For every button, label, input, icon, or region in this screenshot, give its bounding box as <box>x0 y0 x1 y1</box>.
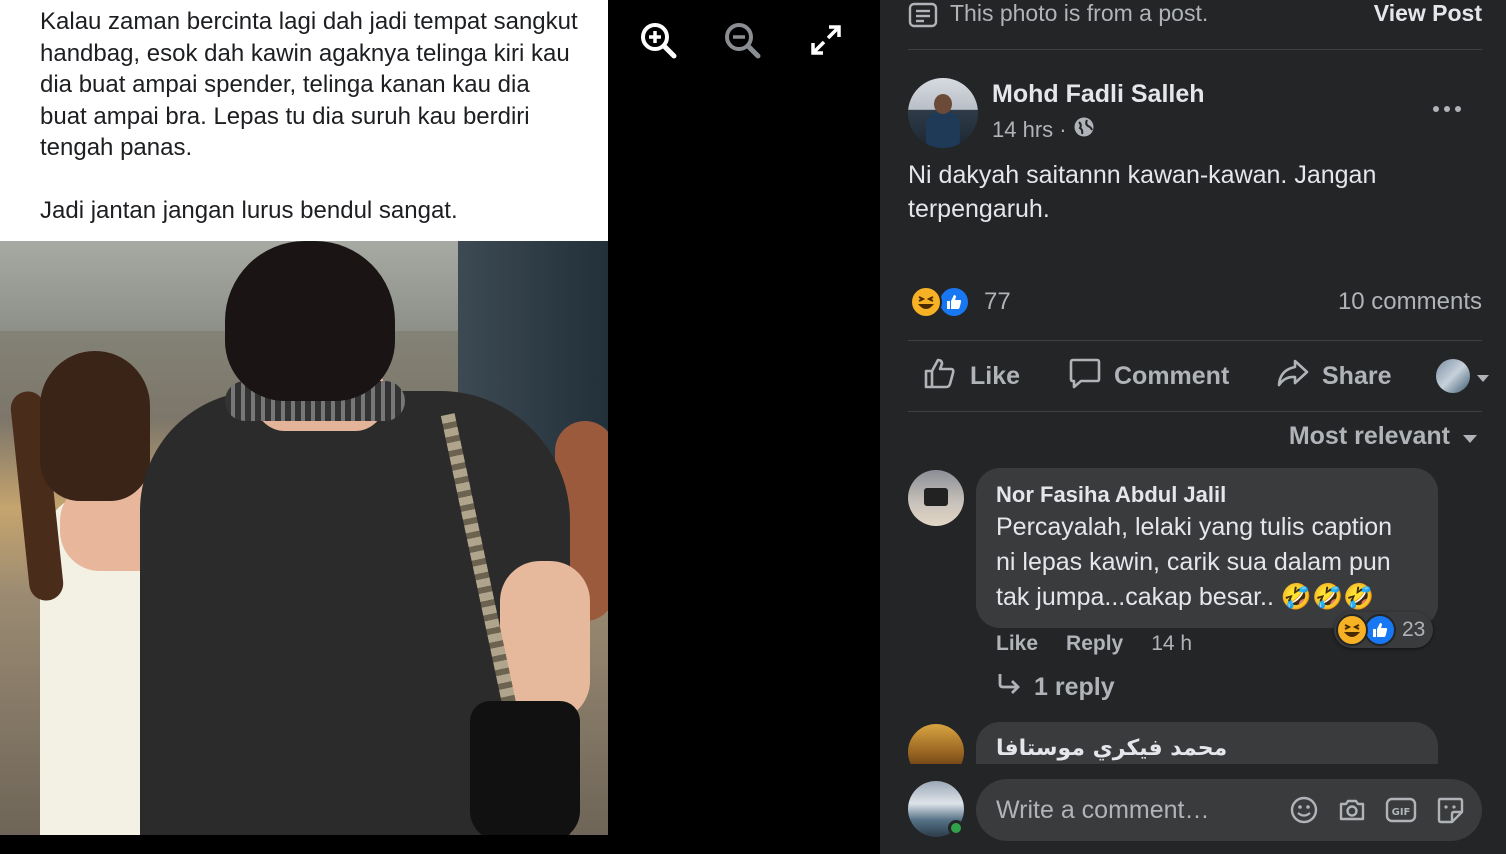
like-button[interactable]: Like <box>922 341 1020 411</box>
reaction-summary[interactable]: 77 <box>910 284 1011 320</box>
comment-button[interactable]: Comment <box>1068 341 1229 411</box>
camera-icon[interactable] <box>1336 794 1368 826</box>
source-bar: This photo is from a post. View Post <box>908 0 1482 50</box>
replies-count-label: 1 reply <box>1034 673 1115 701</box>
avatar-figure-body <box>926 112 960 148</box>
like-reaction-icon <box>938 286 970 318</box>
avatar-figure-head <box>934 94 952 114</box>
scene-handbag <box>470 701 580 835</box>
comment-count-link[interactable]: 10 comments <box>1338 288 1482 316</box>
post-action-bar: Like Comment Share <box>908 340 1489 412</box>
photo-scene <box>0 241 608 835</box>
reaction-count: 77 <box>984 288 1011 315</box>
like-label: Like <box>970 361 1021 390</box>
thumbs-up-icon <box>922 355 958 398</box>
source-text: This photo is from a post. <box>950 0 1209 26</box>
svg-text:GIF: GIF <box>1392 807 1411 818</box>
comment-actions: Like Reply 14 h <box>996 632 1192 656</box>
viewer-toolbar <box>636 18 856 62</box>
caret-down-icon <box>1462 422 1478 451</box>
post-panel: This photo is from a post. View Post Moh… <box>880 0 1506 854</box>
avatar-graphic <box>924 488 948 506</box>
globe-icon <box>1073 116 1095 144</box>
author-name[interactable]: Mohd Fadli Salleh <box>992 80 1205 109</box>
comment-item: محمد فيكري موستافا <box>880 700 1506 764</box>
comment-reply-button[interactable]: Reply <box>1066 632 1123 656</box>
comment-bubble: محمد فيكري موستافا <box>976 722 1438 764</box>
comment-reaction-count: 23 <box>1402 618 1426 641</box>
fullscreen-icon[interactable] <box>804 18 848 62</box>
share-button[interactable]: Share <box>1276 341 1391 411</box>
comment-input[interactable] <box>996 779 1266 841</box>
online-status-dot <box>948 820 964 836</box>
author-avatar[interactable] <box>908 78 978 148</box>
share-label: Share <box>1322 361 1392 390</box>
commenter-avatar[interactable] <box>908 724 964 764</box>
photo-caption-line: Kalau zaman bercinta lagi dah jadi tempa… <box>40 8 578 161</box>
scene-man-head <box>225 241 395 401</box>
post-meta: 14 hrs · <box>992 116 1095 144</box>
view-replies-button[interactable]: 1 reply <box>996 672 1115 703</box>
comment-label: Comment <box>1114 361 1230 390</box>
commenter-avatar[interactable] <box>908 470 964 526</box>
photo-caption-line: Jadi jantan jangan lurus bendul sangat. <box>40 196 458 224</box>
share-arrow-icon <box>1276 356 1310 397</box>
comment-text: Percayalah, lelaki yang tulis caption ni… <box>996 513 1393 611</box>
post-document-icon <box>908 2 938 33</box>
scene-woman-hair <box>40 351 150 501</box>
zoom-out-icon[interactable] <box>720 18 764 62</box>
post-photo[interactable]: Kalau zaman bercinta lagi dah jadi tempa… <box>0 0 608 835</box>
caret-down-icon <box>1476 362 1490 391</box>
speech-bubble-icon <box>1068 356 1102 397</box>
profile-avatar <box>1436 359 1470 393</box>
sticker-icon[interactable] <box>1434 794 1466 826</box>
sort-label: Most relevant <box>1288 422 1450 450</box>
emoji-icon[interactable] <box>1288 794 1320 826</box>
comment-bubble: Nor Fasiha Abdul Jalil Percayalah, lelak… <box>976 468 1438 628</box>
gif-icon[interactable]: GIF <box>1385 794 1417 826</box>
post-time[interactable]: 14 hrs · <box>992 117 1067 143</box>
comment-reaction-summary[interactable]: 23 <box>1334 612 1434 648</box>
photo-viewer: Kalau zaman bercinta lagi dah jadi tempa… <box>0 0 880 854</box>
haha-reaction-icon <box>910 286 942 318</box>
reply-arrow-icon <box>996 672 1022 703</box>
comment-sort-dropdown[interactable]: Most relevant <box>1289 422 1478 451</box>
comment-author[interactable]: Nor Fasiha Abdul Jalil <box>996 482 1418 508</box>
react-as-profile-selector[interactable] <box>1436 341 1490 411</box>
view-post-link[interactable]: View Post <box>1374 0 1482 27</box>
comment-like-button[interactable]: Like <box>996 632 1038 656</box>
like-reaction-icon <box>1364 614 1396 646</box>
comment-time[interactable]: 14 h <box>1151 632 1192 656</box>
zoom-in-icon[interactable] <box>636 18 680 62</box>
comment-author[interactable]: محمد فيكري موستافا <box>996 736 1418 761</box>
post-text: Ni dakyah saitannn kawan-kawan. Jangan t… <box>908 161 1377 223</box>
comment-composer: GIF <box>976 779 1482 841</box>
post-options-icon[interactable] <box>1425 94 1469 124</box>
photo-caption-card: Kalau zaman bercinta lagi dah jadi tempa… <box>0 0 608 241</box>
haha-reaction-icon <box>1336 614 1368 646</box>
